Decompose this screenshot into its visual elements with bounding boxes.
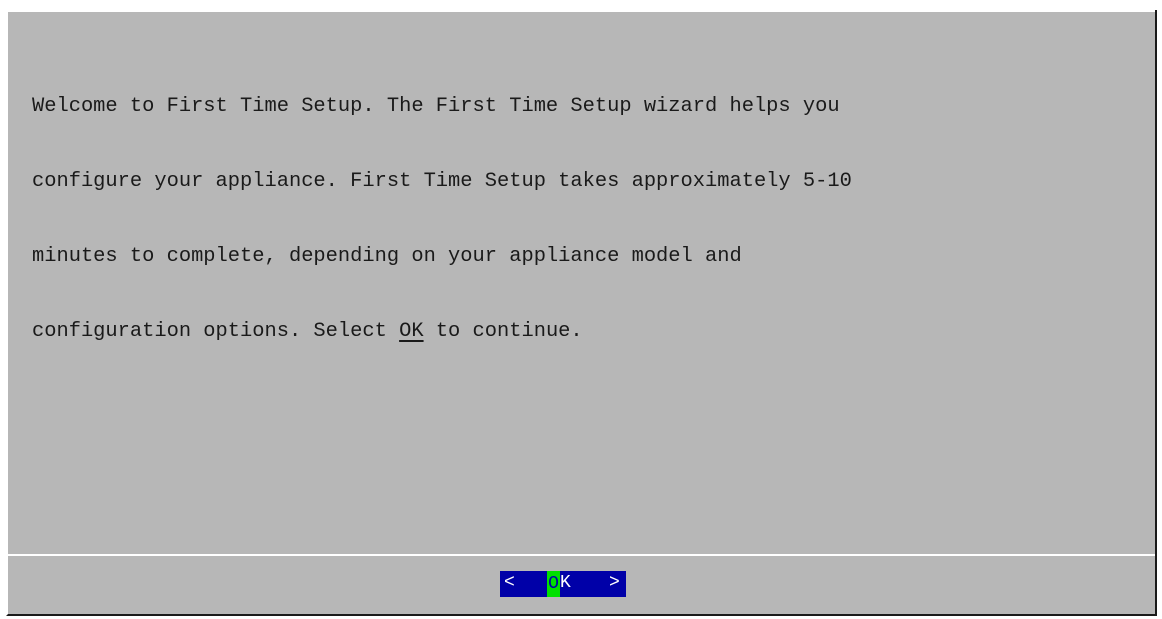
message-line: Welcome to First Time Setup. The First T… (32, 95, 840, 118)
message-line-last: configuration options. Select OK to cont… (32, 319, 1132, 344)
message-prefix: configuration options. Select (32, 320, 400, 343)
divider-accent (1155, 552, 1157, 556)
ok-button-left-bracket: < (504, 573, 515, 593)
ok-button-hotkey: O (547, 571, 560, 597)
welcome-message: Welcome to First Time Setup. The First T… (32, 44, 1132, 394)
ok-button-right-bracket: > (609, 573, 620, 593)
setup-dialog: Welcome to First Time Setup. The First T… (6, 10, 1157, 616)
dialog-corner-accent (1155, 10, 1157, 24)
button-bar: < O K > (8, 556, 1155, 614)
message-line: minutes to complete, depending on your a… (32, 245, 742, 268)
ok-button[interactable]: < O K > (500, 571, 626, 597)
message-suffix: to continue. (423, 320, 583, 343)
ok-reference: OK (399, 320, 424, 343)
message-line: configure your appliance. First Time Set… (32, 170, 852, 193)
ok-button-label: K (560, 573, 571, 593)
